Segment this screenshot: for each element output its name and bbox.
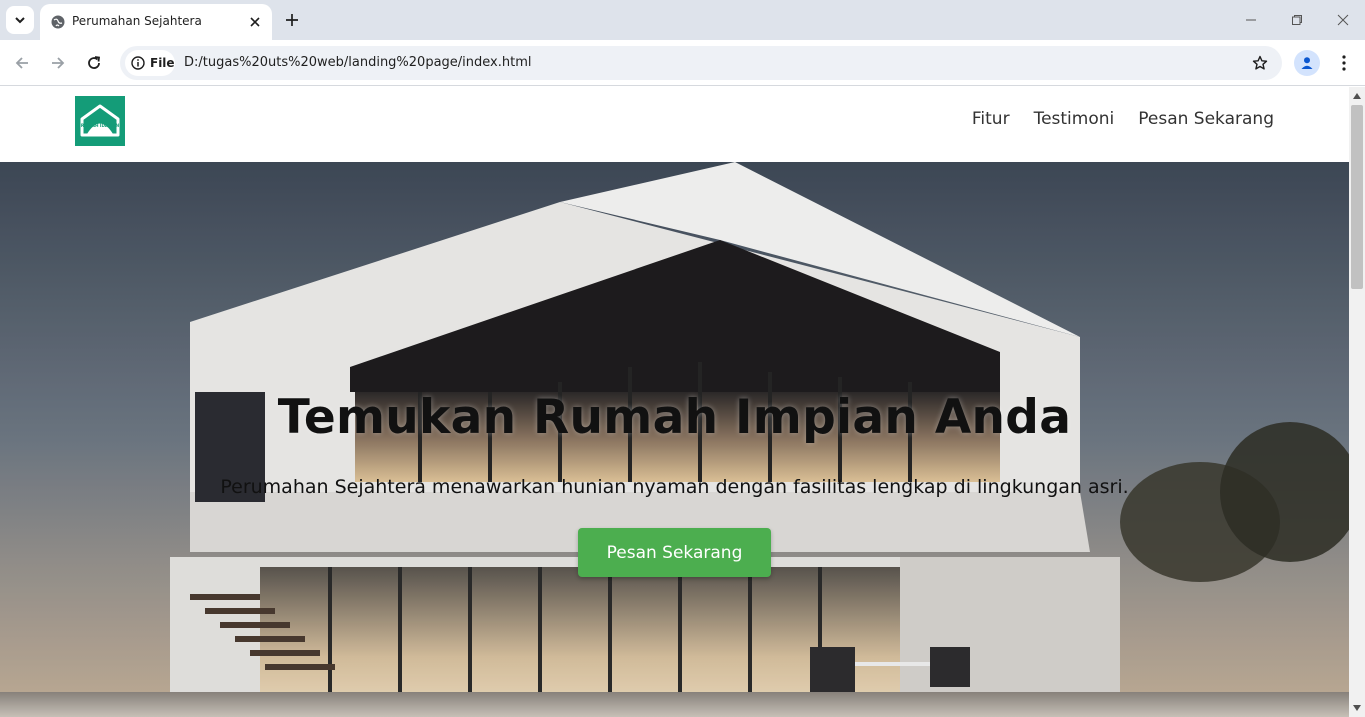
tab-search-button[interactable]	[6, 6, 34, 34]
scroll-up-arrow[interactable]	[1349, 89, 1365, 103]
arrow-left-icon	[15, 57, 28, 69]
profile-button[interactable]	[1294, 50, 1320, 76]
site-navbar: RUMAH IDAMAN Fitur Testimoni Pesan Sekar…	[0, 87, 1349, 162]
address-bar[interactable]: File D:/tugas%20uts%20web/landing%20page…	[120, 46, 1282, 80]
forward-button[interactable]	[46, 51, 70, 75]
new-tab-button[interactable]	[282, 10, 302, 30]
nav-link-pesan-sekarang[interactable]: Pesan Sekarang	[1138, 109, 1274, 129]
star-icon	[1252, 55, 1268, 70]
arrow-right-icon	[52, 57, 65, 69]
hero-section: Temukan Rumah Impian Anda Perumahan Seja…	[0, 162, 1349, 717]
close-icon[interactable]	[246, 13, 264, 31]
hero-subtitle: Perumahan Sejahtera menawarkan hunian ny…	[220, 476, 1129, 498]
back-button[interactable]	[10, 51, 34, 75]
kebab-icon	[1342, 55, 1346, 71]
browser-menu-button[interactable]	[1334, 52, 1354, 74]
bookmark-button[interactable]	[1250, 53, 1270, 73]
reload-button[interactable]	[82, 51, 106, 75]
minimize-icon	[1246, 19, 1256, 21]
info-icon	[131, 56, 145, 70]
tab-title: Perumahan Sejahtera	[72, 14, 202, 28]
order-now-button[interactable]: Pesan Sekarang	[578, 528, 771, 577]
person-icon	[1301, 57, 1313, 69]
nav-link-fitur[interactable]: Fitur	[972, 109, 1010, 129]
close-window-button[interactable]	[1331, 8, 1355, 32]
browser-tab[interactable]: Perumahan Sejahtera	[40, 4, 272, 40]
chevron-down-icon	[15, 17, 25, 24]
reload-icon	[88, 56, 101, 69]
plus-icon	[286, 14, 298, 26]
globe-icon	[51, 15, 65, 29]
logo-text: RUMAH IDAMAN	[81, 123, 120, 128]
scroll-thumb[interactable]	[1351, 105, 1363, 289]
url-text[interactable]: D:/tugas%20uts%20web/landing%20page/inde…	[184, 55, 531, 70]
browser-toolbar: File D:/tugas%20uts%20web/landing%20page…	[0, 40, 1365, 86]
triangle-down-icon	[1353, 705, 1361, 711]
restore-button[interactable]	[1285, 8, 1309, 32]
page-scrollbar[interactable]	[1349, 87, 1365, 717]
triangle-up-icon	[1353, 93, 1361, 99]
minimize-button[interactable]	[1239, 8, 1263, 32]
house-logo-icon: RUMAH IDAMAN	[80, 104, 120, 137]
close-icon	[1337, 14, 1349, 26]
restore-icon	[1292, 15, 1302, 25]
site-info-chip[interactable]: File	[125, 50, 175, 76]
hero-title: Temukan Rumah Impian Anda	[277, 390, 1072, 445]
nav-links: Fitur Testimoni Pesan Sekarang	[972, 109, 1274, 129]
tab-strip: Perumahan Sejahtera	[0, 0, 1365, 40]
nav-link-testimoni[interactable]: Testimoni	[1034, 109, 1115, 129]
page-viewport: RUMAH IDAMAN Fitur Testimoni Pesan Sekar…	[0, 87, 1349, 717]
scroll-down-arrow[interactable]	[1349, 701, 1365, 715]
site-scheme-label: File	[150, 56, 175, 70]
site-logo[interactable]: RUMAH IDAMAN	[75, 96, 125, 146]
